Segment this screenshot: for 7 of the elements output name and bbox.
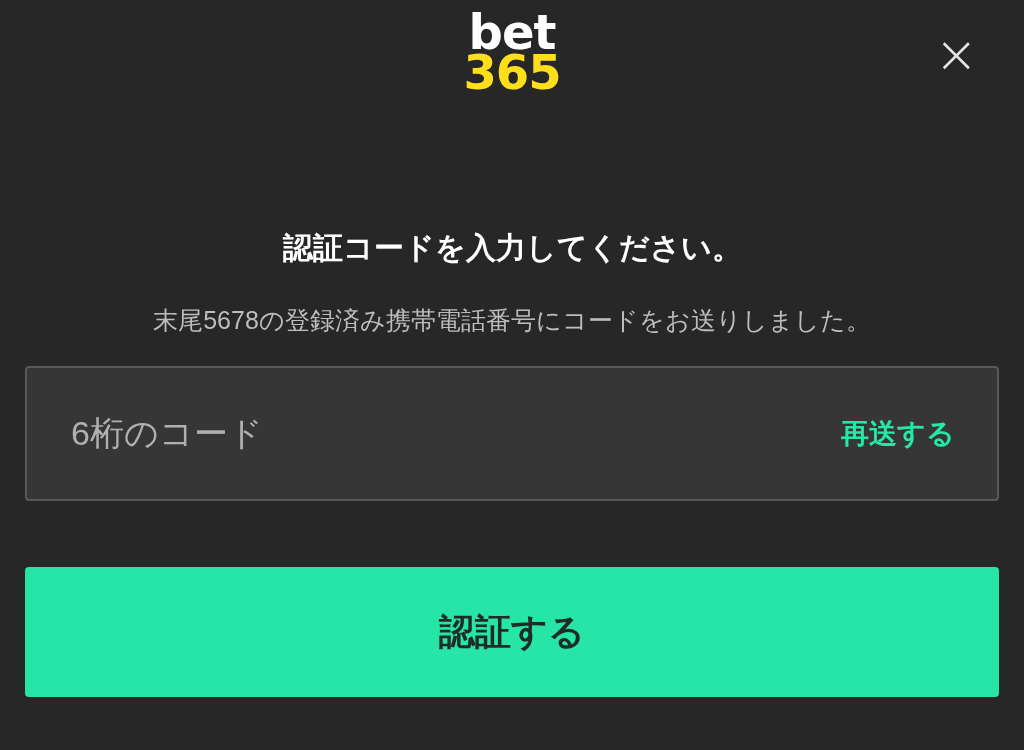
brand-logo: bet 365 — [463, 12, 561, 92]
instruction-text: 末尾5678の登録済み携帯電話番号にコードをお送りしました。 — [153, 305, 871, 336]
page-title: 認証コードを入力してください。 — [282, 230, 742, 266]
resend-link[interactable]: 再送する — [841, 414, 955, 453]
close-button[interactable]: × — [934, 34, 978, 74]
code-input-field[interactable]: 6桁のコード 再送する — [25, 366, 999, 501]
verify-button[interactable]: 認証する — [25, 567, 999, 697]
